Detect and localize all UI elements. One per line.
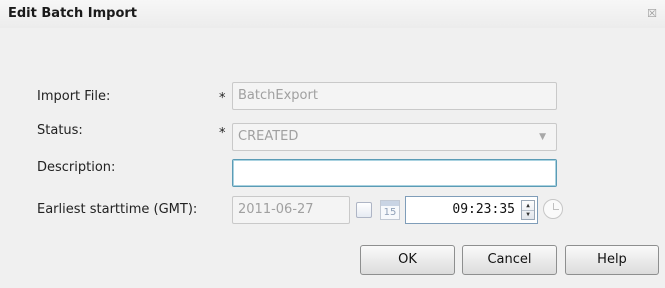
start-date-field[interactable]: 2011-06-27	[232, 196, 350, 224]
import-file-required-mark: *	[219, 91, 226, 106]
import-file-field: BatchExport	[232, 82, 557, 110]
calendar-icon[interactable]: 15	[380, 200, 400, 220]
title-bar: Edit Batch Import ☒	[0, 0, 665, 28]
time-spinner[interactable]: ▲ ▼	[521, 200, 535, 220]
close-icon[interactable]: ☒	[647, 7, 657, 20]
help-button[interactable]: Help	[565, 245, 659, 275]
start-time-input[interactable]: 09:23:35 ▲ ▼	[405, 196, 538, 224]
clock-minute-hand	[553, 209, 559, 210]
edit-batch-import-dialog: Edit Batch Import ☒ Import File: * Batch…	[0, 0, 665, 288]
description-label: Description:	[37, 160, 116, 175]
ok-button[interactable]: OK	[360, 245, 455, 275]
cancel-button[interactable]: Cancel	[462, 245, 557, 275]
chevron-down-icon[interactable]: ▼	[539, 124, 546, 150]
status-selected-value: CREATED	[238, 129, 299, 144]
import-file-label: Import File:	[37, 89, 111, 104]
status-label: Status:	[37, 123, 83, 138]
spinner-down-icon[interactable]: ▼	[522, 210, 534, 219]
status-select[interactable]: CREATED ▼	[232, 123, 557, 151]
earliest-starttime-label: Earliest starttime (GMT):	[37, 202, 198, 217]
import-file-value: BatchExport	[238, 88, 318, 103]
status-required-mark: *	[219, 126, 226, 141]
start-time-value: 09:23:35	[452, 202, 515, 217]
dialog-title: Edit Batch Import	[8, 6, 138, 21]
start-date-value: 2011-06-27	[238, 202, 314, 217]
calendar-icon-day: 15	[383, 207, 397, 218]
description-input[interactable]	[232, 159, 557, 187]
clock-icon[interactable]	[543, 199, 563, 219]
start-date-checkbox[interactable]	[356, 202, 372, 218]
